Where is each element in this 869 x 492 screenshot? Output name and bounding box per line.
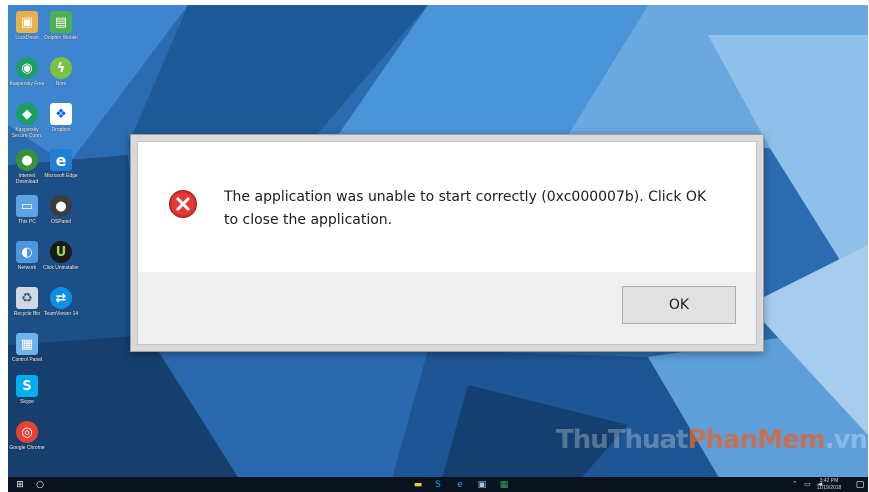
windows-icon[interactable]: ⊞: [14, 479, 26, 491]
desktop-icon-kaspersky-secure[interactable]: ◆ Kaspersky Secure Conn.: [8, 103, 46, 147]
taskbar: ⊞ ○ ▬ S e ▣ ▦ ⌃ ▭ ◄ 3:42 PM 11/19/2018 ▢: [8, 477, 868, 492]
desktop-icon-nitro[interactable]: ϟ Nitro: [42, 57, 80, 101]
teamviewer-icon: ⇄: [50, 287, 72, 309]
desktop-icon-ospanel[interactable]: ● OSPanel: [42, 195, 80, 239]
skype-icon: S: [16, 375, 38, 397]
error-dialog-body: The application was unable to start corr…: [137, 141, 757, 345]
taskbar-skype-icon[interactable]: S: [432, 479, 444, 491]
taskbar-app-icon[interactable]: ▣: [476, 479, 488, 491]
chrome-icon: ◎: [16, 421, 38, 443]
desktop-icon-dropbox[interactable]: ❖ Dropbox: [42, 103, 80, 147]
dialog-button-area: OK: [138, 272, 756, 344]
desktop-icon-dolphin[interactable]: ▤ Dolphin Webkit: [42, 11, 80, 55]
taskbar-edge-icon[interactable]: e: [454, 479, 466, 491]
uninstaller-icon: U: [50, 241, 72, 263]
kaspersky-icon: ◉: [16, 57, 38, 79]
taskbar-excel-icon[interactable]: ▦: [498, 479, 510, 491]
nitro-icon: ϟ: [50, 57, 72, 79]
cortana-icon[interactable]: ○: [34, 479, 46, 491]
desktop-icon-skype[interactable]: S Skype: [8, 375, 46, 419]
ok-button[interactable]: OK: [622, 286, 736, 324]
desktop-icon-recycle-bin[interactable]: ♻ Recycle Bin: [8, 287, 46, 331]
app-icon: ▤: [50, 11, 72, 33]
desktop-icon-lockdown[interactable]: ▣ LockDown: [8, 11, 46, 55]
desktop-icon-uninstaller[interactable]: U Click Uninstaller: [42, 241, 80, 285]
desktop-icon-network[interactable]: ◐ Network: [8, 241, 46, 285]
computer-icon: ▭: [16, 195, 38, 217]
dropbox-icon: ❖: [50, 103, 72, 125]
error-message: The application was unable to start corr…: [224, 189, 707, 228]
ospanel-icon: ●: [50, 195, 72, 217]
desktop-icon-chrome[interactable]: ◎ Google Chrome: [8, 421, 46, 465]
edge-icon: e: [50, 149, 72, 171]
error-dialog: The application was unable to start corr…: [130, 134, 764, 352]
taskbar-file-explorer-icon[interactable]: ▬: [412, 479, 424, 491]
watermark: ThuThuatPhanMem.vn: [556, 425, 868, 455]
folder-icon: ▣: [16, 11, 38, 33]
error-icon: [169, 190, 197, 218]
notification-icon[interactable]: ▢: [854, 479, 866, 491]
network-icon: ◐: [16, 241, 38, 263]
shield-icon: ◆: [16, 103, 38, 125]
desktop-icon-control-panel[interactable]: ▦ Control Panel: [8, 333, 46, 377]
taskbar-clock[interactable]: 3:42 PM 11/19/2018: [812, 478, 846, 492]
recycle-bin-icon: ♻: [16, 287, 38, 309]
desktop-icon-idm[interactable]: ● Internet Download: [8, 149, 46, 193]
desktop-icon-kaspersky-free[interactable]: ◉ Kaspersky Free: [8, 57, 46, 101]
desktop-icon-edge[interactable]: e Microsoft Edge: [42, 149, 80, 193]
control-panel-icon: ▦: [16, 333, 38, 355]
desktop-icon-teamviewer[interactable]: ⇄ TeamViewer 14: [42, 287, 80, 331]
desktop-icon-this-pc[interactable]: ▭ This PC: [8, 195, 46, 239]
globe-icon: ●: [16, 149, 38, 171]
